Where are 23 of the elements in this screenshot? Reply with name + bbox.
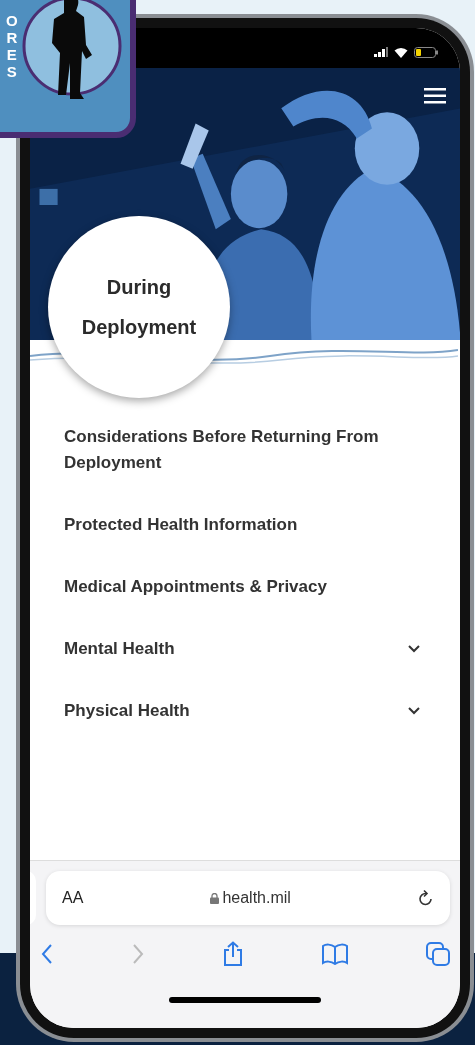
menu-item[interactable]: Protected Health Information <box>64 494 420 556</box>
badge-letter: E <box>6 46 17 63</box>
book-icon[interactable] <box>321 943 349 965</box>
menu-item[interactable]: Considerations Before Returning From Deployment <box>64 406 420 494</box>
signal-icon <box>374 47 388 57</box>
tabs-icon[interactable] <box>426 942 450 966</box>
badge-letter: O <box>6 12 18 29</box>
lock-icon <box>210 892 220 904</box>
text-size-button[interactable]: AA <box>62 886 84 910</box>
share-icon[interactable] <box>222 941 244 967</box>
wifi-icon <box>394 46 408 58</box>
menu-item[interactable]: Mental Health <box>64 618 420 680</box>
reload-icon[interactable] <box>418 889 434 907</box>
battery-icon <box>414 46 438 58</box>
badge-letter: R <box>6 29 18 46</box>
menu-icon[interactable] <box>424 88 446 104</box>
address-bar[interactable]: AA health.mil <box>46 871 450 925</box>
badge-letter: S <box>6 63 17 80</box>
back-icon[interactable] <box>40 943 54 965</box>
url-text[interactable]: health.mil <box>210 886 291 910</box>
page-title: During Deployment <box>80 275 198 340</box>
menu-item[interactable]: Physical Health <box>64 680 420 742</box>
menu-item[interactable]: Medical Appointments & Privacy <box>64 556 420 618</box>
